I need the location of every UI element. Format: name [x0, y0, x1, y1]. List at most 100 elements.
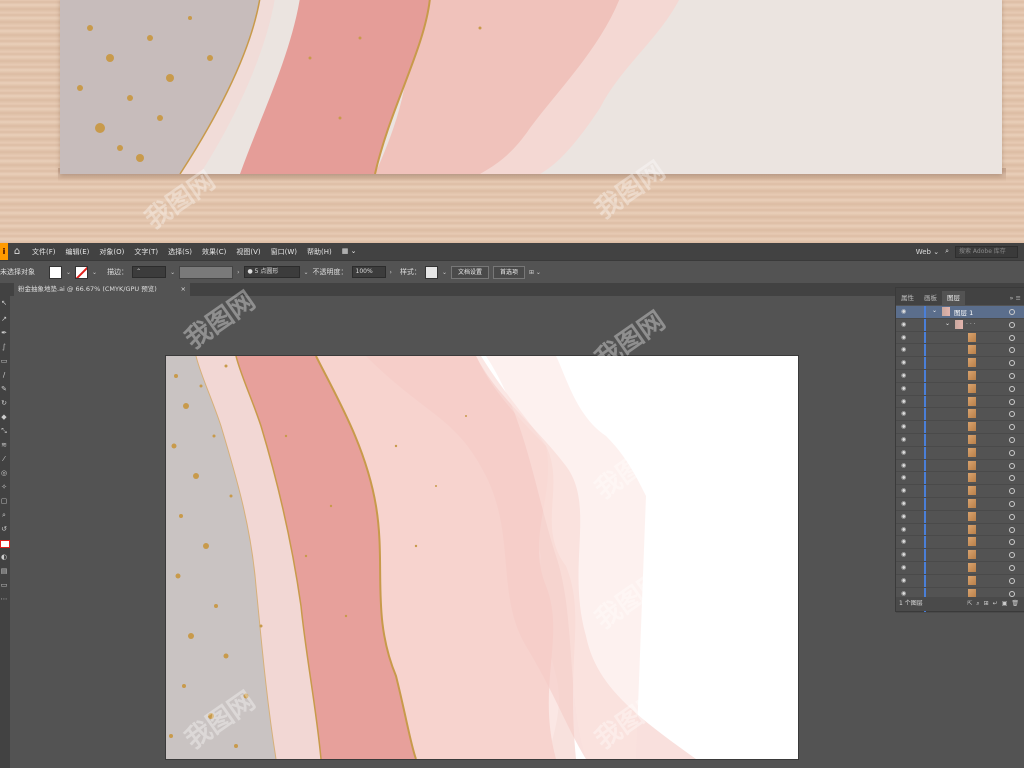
preferences-button[interactable]: 首选项 — [492, 265, 525, 279]
variable-width-profile[interactable] — [179, 265, 234, 279]
workspace-switcher[interactable]: Web ⌄ — [916, 248, 939, 256]
shaper-tool-icon[interactable]: ✎ — [0, 386, 8, 393]
sublayer-row[interactable]: ◉ — [896, 369, 1024, 383]
sublayer-row[interactable]: ◉ — [896, 459, 1024, 473]
target-icon[interactable] — [1009, 577, 1015, 584]
sublayer-row[interactable]: ◉ — [896, 408, 1024, 422]
sublayer-row[interactable]: ◉ — [896, 523, 1024, 537]
target-icon[interactable] — [1009, 488, 1015, 495]
document-tab[interactable]: 粉金抽象地垫.ai @ 66.67% (CMYK/GPU 预览) × — [14, 283, 190, 296]
sublayer-row[interactable]: ◉ — [896, 485, 1024, 498]
eye-icon[interactable]: ◉ — [901, 564, 906, 571]
sublayer-row[interactable]: ◉ — [896, 574, 1024, 588]
target-icon[interactable] — [1009, 539, 1015, 546]
eraser-tool-icon[interactable]: ◆ — [0, 414, 8, 421]
layer-row[interactable]: ◉ ⌄ 图层 1 — [896, 306, 1024, 319]
color-mode-icon[interactable]: ◐ — [0, 554, 8, 561]
search-input[interactable]: 搜索 Adobe 库存 — [955, 245, 1018, 258]
sublayer-row[interactable]: ◉ — [896, 382, 1024, 396]
symbol-sprayer-icon[interactable]: ✧ — [0, 484, 8, 491]
screen-mode-icon[interactable]: ▭ — [0, 582, 8, 589]
home-icon[interactable]: ⌂ — [8, 246, 26, 257]
eye-icon[interactable]: ◉ — [901, 526, 906, 533]
sublayer-row[interactable]: ◉ — [896, 395, 1024, 409]
target-icon[interactable] — [1009, 385, 1015, 392]
arrange-documents-icon[interactable]: ▦ ⌄ — [342, 247, 357, 257]
sublayer-row[interactable]: ◉ — [896, 331, 1024, 345]
eye-icon[interactable]: ◉ — [901, 372, 906, 379]
menu-window[interactable]: 窗口(W) — [271, 247, 297, 257]
sublayer-row[interactable]: ◉ — [896, 433, 1024, 447]
eye-icon[interactable]: ◉ — [901, 487, 906, 494]
eye-icon[interactable]: ◉ — [901, 551, 906, 558]
blend-tool-icon[interactable]: ◎ — [0, 470, 8, 477]
target-icon[interactable] — [1009, 526, 1015, 533]
eye-icon[interactable]: ◉ — [901, 449, 906, 456]
target-icon[interactable] — [1009, 398, 1015, 405]
menu-file[interactable]: 文件(F) — [32, 247, 56, 257]
menu-edit[interactable]: 编辑(E) — [66, 247, 90, 257]
chevron-down-icon[interactable]: ⌄ — [304, 269, 309, 276]
fill-stroke-icon[interactable] — [0, 540, 10, 548]
width-tool-icon[interactable]: ≋ — [0, 442, 8, 449]
target-icon[interactable] — [1009, 475, 1015, 482]
target-icon[interactable] — [1009, 552, 1015, 559]
eye-icon[interactable]: ◉ — [901, 359, 906, 366]
target-icon[interactable] — [1009, 500, 1015, 507]
opacity-field[interactable]: 100% — [351, 266, 386, 278]
fill-swatch[interactable] — [49, 265, 62, 279]
chevron-right-icon[interactable]: › — [237, 269, 239, 276]
target-icon[interactable] — [1009, 424, 1015, 431]
target-icon[interactable] — [1009, 309, 1015, 315]
paintbrush-tool-icon[interactable]: / — [0, 372, 8, 379]
target-icon[interactable] — [1009, 321, 1015, 328]
artboard[interactable] — [166, 356, 798, 759]
menu-view[interactable]: 视图(V) — [236, 247, 260, 257]
panel-menu-icon[interactable]: » ≡ — [1005, 291, 1024, 305]
eye-icon[interactable]: ◉ — [901, 398, 906, 405]
sublayer-row[interactable]: ◉ — [896, 446, 1024, 460]
rectangle-tool-icon[interactable]: ▭ — [0, 358, 8, 365]
sublayer-row[interactable]: ◉ — [896, 561, 1024, 575]
menu-select[interactable]: 选择(S) — [168, 247, 192, 257]
chevron-down-icon[interactable]: ⌄ — [66, 269, 71, 276]
target-icon[interactable] — [1009, 449, 1015, 456]
target-icon[interactable] — [1009, 462, 1015, 469]
target-icon[interactable] — [1009, 360, 1015, 367]
target-icon[interactable] — [1009, 564, 1015, 571]
sublayer-row[interactable]: ◉ — [896, 497, 1024, 511]
document-setup-button[interactable]: 文档设置 — [450, 265, 489, 279]
chevron-down-icon[interactable]: ⌄ — [932, 307, 937, 314]
target-icon[interactable] — [1009, 513, 1015, 520]
eye-icon[interactable]: ◉ — [901, 385, 906, 392]
eye-icon[interactable]: ◉ — [901, 410, 906, 417]
more-tools-icon[interactable]: ⋯ — [0, 596, 8, 603]
selection-tool-icon[interactable]: ↖ — [0, 300, 8, 307]
eye-icon[interactable]: ◉ — [901, 462, 906, 469]
pen-tool-icon[interactable]: ✒ — [0, 330, 8, 337]
menu-help[interactable]: 帮助(H) — [307, 247, 332, 257]
target-icon[interactable] — [1009, 334, 1015, 341]
eye-icon[interactable]: ◉ — [901, 577, 906, 584]
target-icon[interactable] — [1009, 372, 1015, 379]
eye-icon[interactable]: ◉ — [901, 423, 906, 430]
chevron-right-icon[interactable]: › — [390, 269, 392, 276]
sublayer-row[interactable]: ◉ — [896, 549, 1024, 562]
stroke-weight-field[interactable]: ⌃ — [132, 266, 167, 278]
brush-definition[interactable]: ● 5 点圆形 — [243, 266, 300, 278]
group-row[interactable]: ◉ ⌄ . . . — [896, 318, 1024, 332]
menu-effect[interactable]: 效果(C) — [202, 247, 226, 257]
eye-icon[interactable]: ◉ — [901, 334, 906, 341]
sublayer-row[interactable]: ◉ — [896, 421, 1024, 434]
eye-icon[interactable]: ◉ — [901, 474, 906, 481]
chevron-down-icon[interactable]: ⌄ — [92, 269, 97, 276]
sublayer-row[interactable]: ◉ — [896, 536, 1024, 550]
rotate-tool-icon[interactable]: ↻ — [0, 400, 8, 407]
target-icon[interactable] — [1009, 590, 1015, 597]
tab-artboards[interactable]: 画板 — [919, 291, 942, 305]
artboard-tool-icon[interactable]: ▢ — [0, 498, 8, 505]
sublayer-row[interactable]: ◉ — [896, 344, 1024, 358]
tab-properties[interactable]: 属性 — [896, 291, 919, 305]
target-icon[interactable] — [1009, 347, 1015, 354]
graphic-style-swatch[interactable] — [424, 265, 438, 279]
